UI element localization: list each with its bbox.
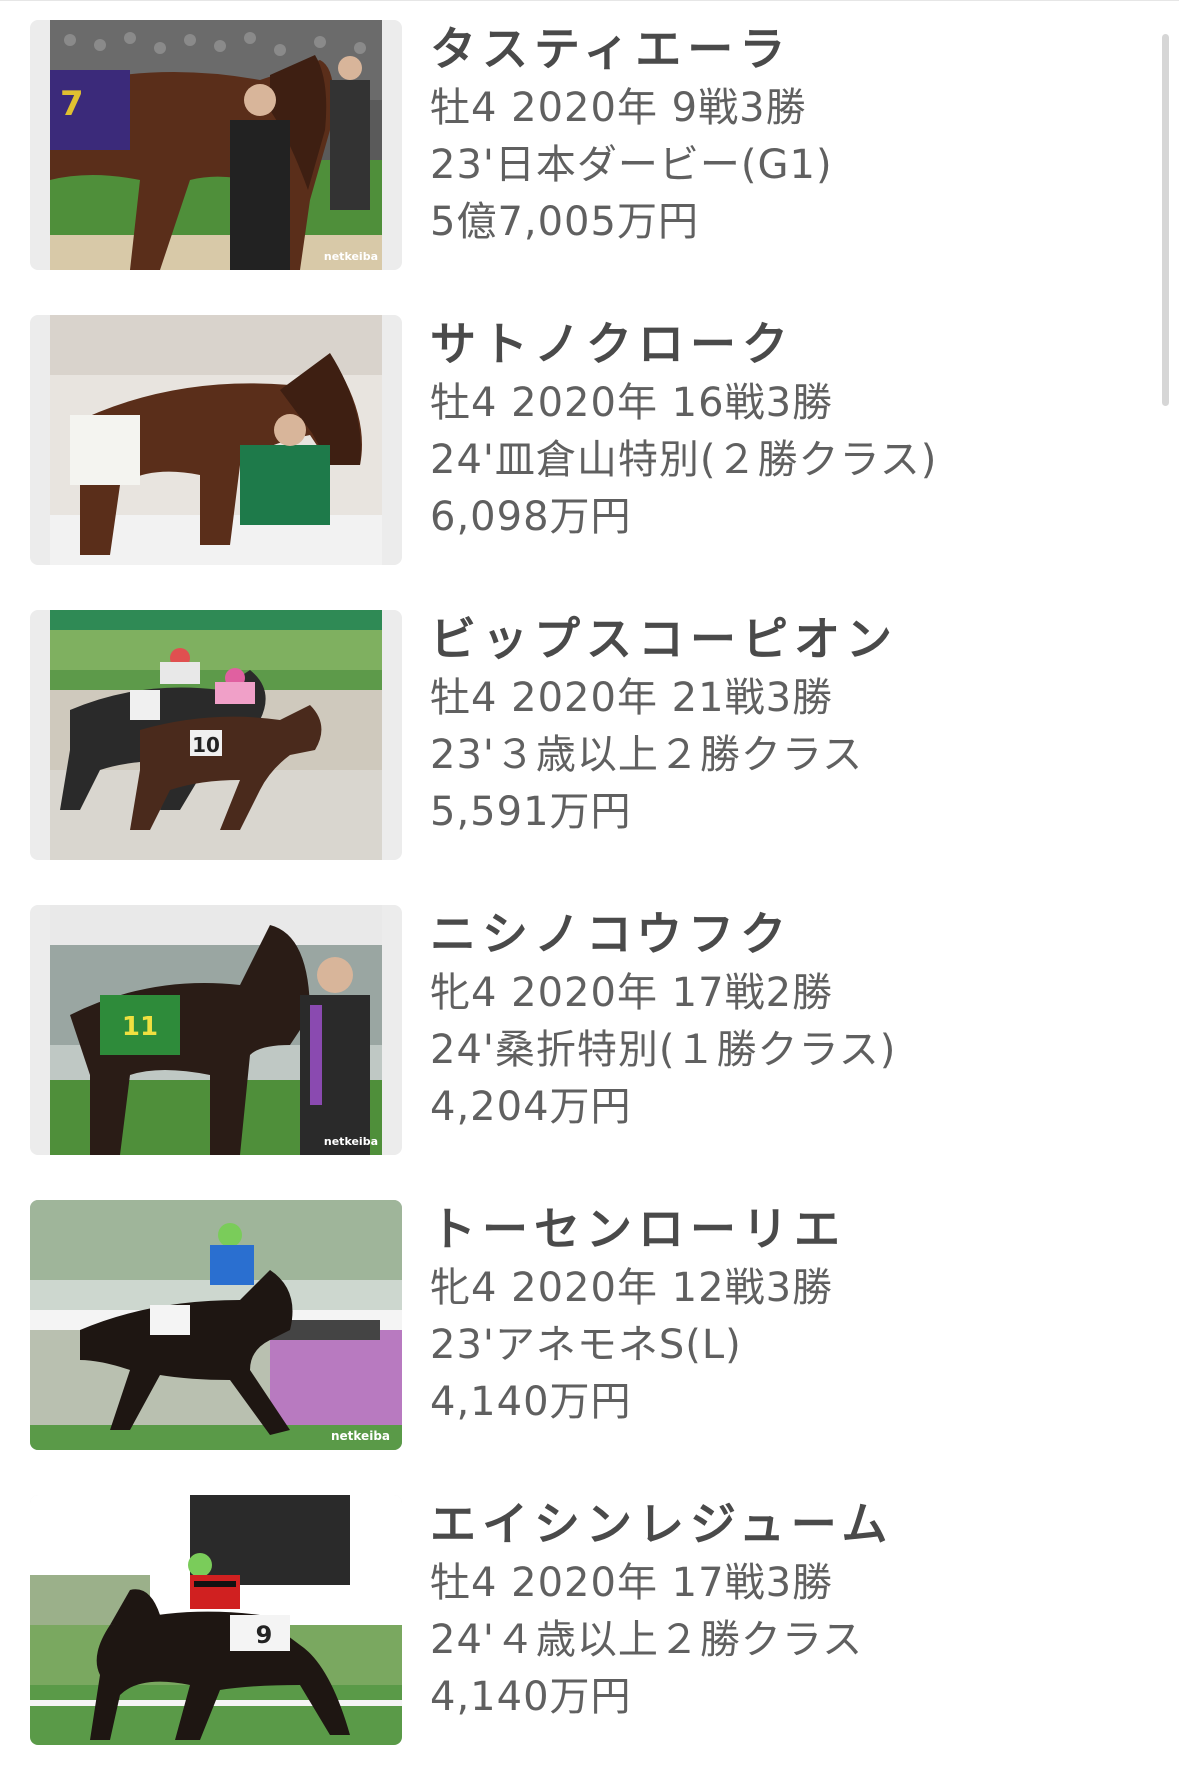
- horse-meta: 牡4 2020年 17戦3勝: [430, 1560, 834, 1606]
- horse-photo[interactable]: netkeiba: [30, 1200, 402, 1450]
- horse-photo[interactable]: 11 netkeiba: [30, 905, 402, 1155]
- horse-info: エイシンレジューム 牡4 2020年 17戦3勝 24'４歳以上２勝クラス 4,…: [430, 1493, 1119, 1726]
- horse-name[interactable]: トーセンローリエ: [430, 1198, 1119, 1260]
- watermark: netkeiba: [324, 250, 378, 263]
- list-item[interactable]: 10 ビップスコーピオン 牡4 2020年 21戦3勝 23'３歳以上２勝クラス…: [0, 590, 1179, 860]
- watermark: netkeiba: [324, 1135, 378, 1148]
- horse-race: 24'皿倉山特別(２勝クラス): [430, 437, 938, 483]
- horse-info: ビップスコーピオン 牡4 2020年 21戦3勝 23'３歳以上２勝クラス 5,…: [430, 608, 1119, 841]
- horse-name[interactable]: エイシンレジューム: [430, 1493, 1119, 1555]
- horse-info: タスティエーラ 牡4 2020年 9戦3勝 23'日本ダービー(G1) 5億7,…: [430, 18, 1119, 251]
- horse-meta: 牝4 2020年 12戦3勝: [430, 1265, 834, 1311]
- horse-race: 23'３歳以上２勝クラス: [430, 732, 864, 778]
- list-item[interactable]: 11 netkeiba ニシノコウフク 牝4 2020年 17戦2勝 24'桑折…: [0, 885, 1179, 1155]
- horse-prize: 4,140万円: [430, 1379, 632, 1425]
- saddle-number: 9: [256, 1621, 273, 1649]
- horse-photo[interactable]: 10: [30, 610, 402, 860]
- horse-prize: 4,140万円: [430, 1674, 632, 1720]
- horse-prize: 4,204万円: [430, 1084, 632, 1130]
- list-item[interactable]: サトノクローク 牡4 2020年 16戦3勝 24'皿倉山特別(２勝クラス) 6…: [0, 295, 1179, 565]
- saddle-number: 11: [122, 1012, 158, 1042]
- list-item[interactable]: 7 netkeiba タスティエーラ 牡4 2020年 9戦3勝 23'日本ダー…: [0, 0, 1179, 270]
- horse-name[interactable]: ビップスコーピオン: [430, 608, 1119, 670]
- horse-info: ニシノコウフク 牝4 2020年 17戦2勝 24'桑折特別(１勝クラス) 4,…: [430, 903, 1119, 1136]
- horse-prize: 6,098万円: [430, 494, 632, 540]
- horse-name[interactable]: タスティエーラ: [430, 18, 1119, 80]
- horse-prize: 5億7,005万円: [430, 199, 699, 245]
- list-item[interactable]: netkeiba トーセンローリエ 牝4 2020年 12戦3勝 23'アネモネ…: [0, 1180, 1179, 1450]
- horse-race: 23'アネモネS(L): [430, 1322, 742, 1368]
- list-item[interactable]: 9 エイシンレジューム 牡4 2020年 17戦3勝 24'４歳以上２勝クラス …: [0, 1475, 1179, 1745]
- horse-photo[interactable]: 7 netkeiba: [30, 20, 402, 270]
- horse-photo[interactable]: [30, 315, 402, 565]
- horse-prize: 5,591万円: [430, 789, 632, 835]
- watermark: netkeiba: [331, 1429, 390, 1443]
- horse-photo[interactable]: 9: [30, 1495, 402, 1745]
- horse-info: トーセンローリエ 牝4 2020年 12戦3勝 23'アネモネS(L) 4,14…: [430, 1198, 1119, 1431]
- horse-race: 23'日本ダービー(G1): [430, 142, 833, 188]
- saddle-number: 7: [60, 84, 84, 124]
- horse-meta: 牡4 2020年 21戦3勝: [430, 675, 834, 721]
- horse-meta: 牡4 2020年 16戦3勝: [430, 380, 834, 426]
- horse-race: 24'桑折特別(１勝クラス): [430, 1027, 897, 1073]
- horse-name[interactable]: ニシノコウフク: [430, 903, 1119, 965]
- horse-meta: 牡4 2020年 9戦3勝: [430, 85, 807, 131]
- scrollbar[interactable]: [1162, 34, 1169, 406]
- horse-meta: 牝4 2020年 17戦2勝: [430, 970, 834, 1016]
- horse-info: サトノクローク 牡4 2020年 16戦3勝 24'皿倉山特別(２勝クラス) 6…: [430, 313, 1119, 546]
- horse-race: 24'４歳以上２勝クラス: [430, 1617, 864, 1663]
- saddle-number: 10: [192, 733, 220, 757]
- horse-name[interactable]: サトノクローク: [430, 313, 1119, 375]
